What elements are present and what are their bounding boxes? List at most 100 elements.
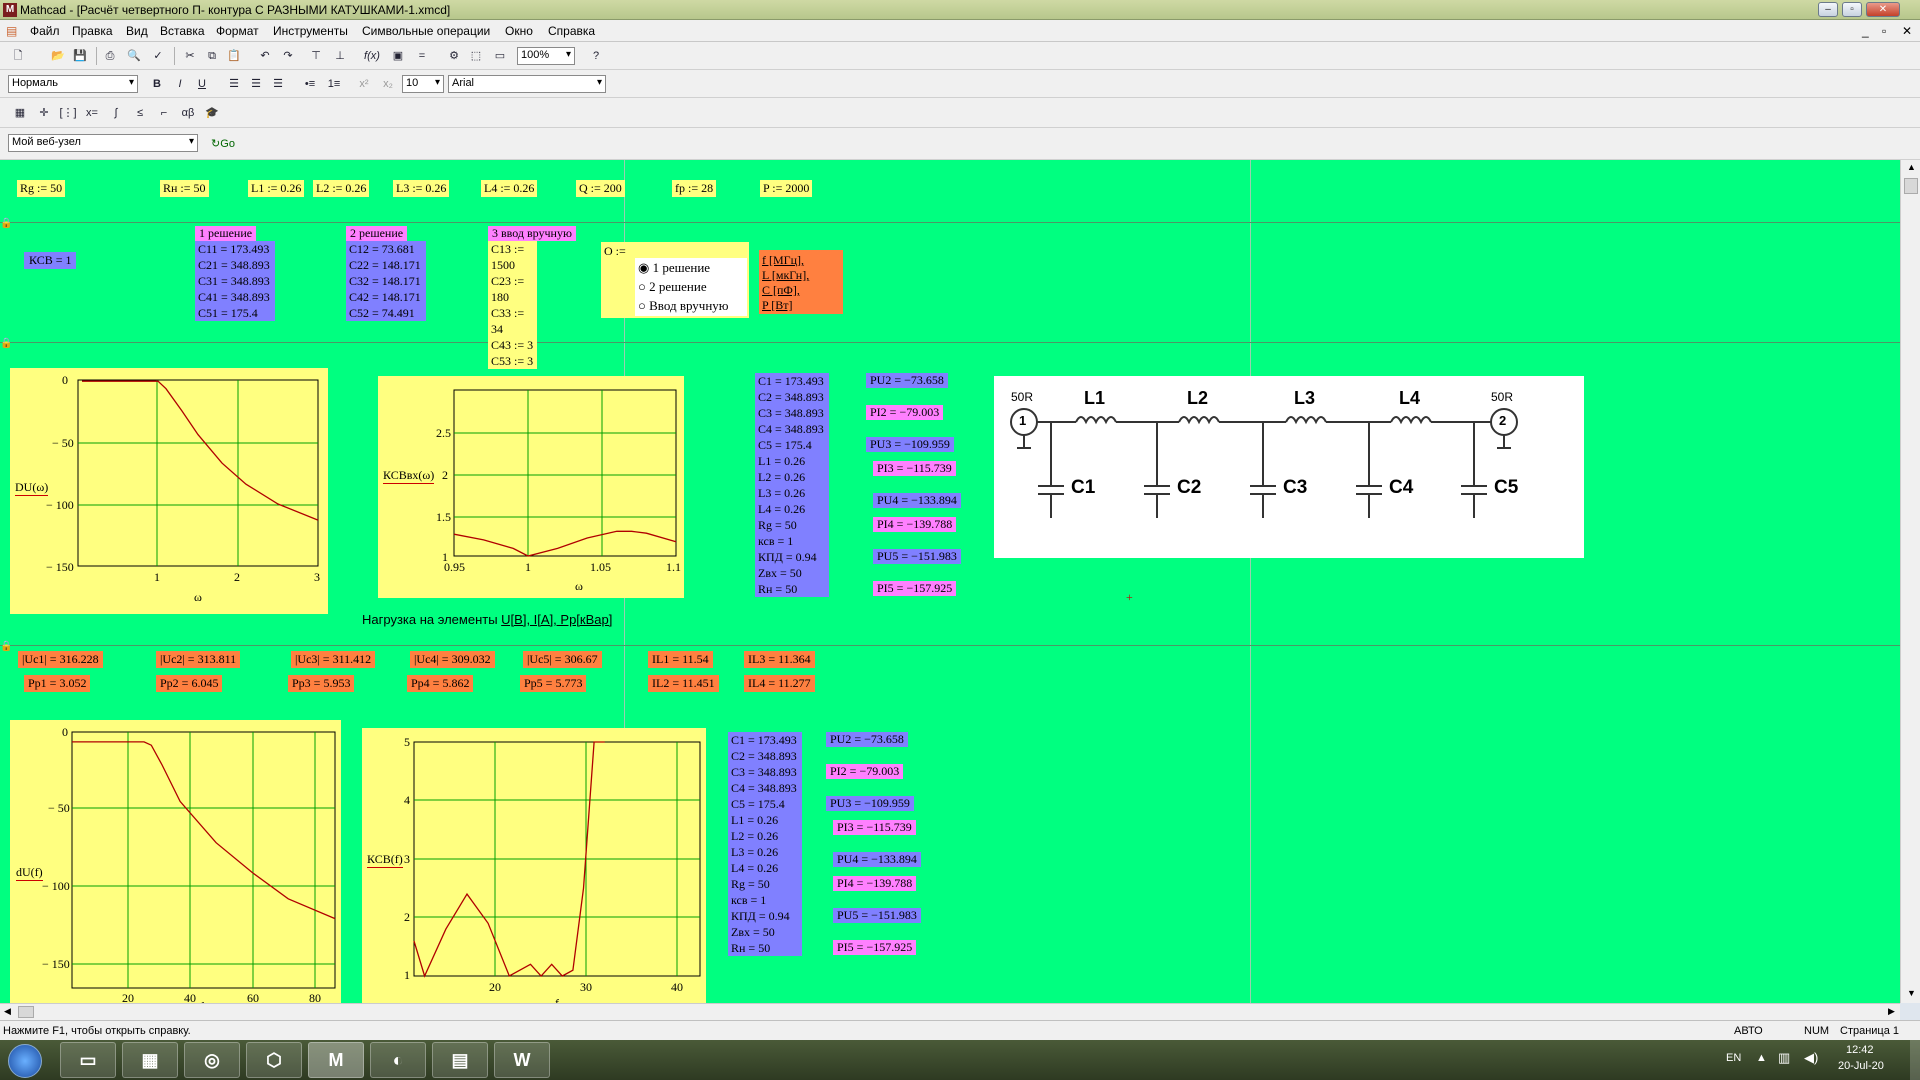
browser-icon[interactable]: ⬡ — [246, 1042, 302, 1078]
zoom-select[interactable]: 100% — [517, 47, 575, 65]
mathcad-icon[interactable]: M — [308, 1042, 364, 1078]
superscript-icon[interactable]: x² — [354, 74, 374, 94]
doc-icon[interactable]: ▤ — [6, 24, 17, 38]
bold-button[interactable]: B — [147, 74, 167, 94]
horizontal-scrollbar[interactable]: ◀ ▶ — [0, 1003, 1900, 1020]
param-rn[interactable]: Rн := 50 — [160, 180, 209, 197]
undo-icon[interactable]: ↶ — [255, 46, 275, 66]
plot-du-omega[interactable]: 0 − 50 − 100 − 150 1 2 3 DU(ω) ω — [10, 368, 328, 614]
align-left-icon[interactable]: ☰ — [224, 74, 244, 94]
window-icon[interactable]: ▭ — [490, 46, 510, 66]
param-l4[interactable]: L4 := 0.26 — [481, 180, 538, 197]
menu-edit[interactable]: Правка — [72, 24, 113, 38]
doc-restore-button[interactable]: ▫ — [1882, 24, 1886, 38]
close-button[interactable]: ✕ — [1866, 2, 1900, 17]
lock-icon[interactable]: 🔒 — [0, 641, 12, 652]
insert-unit-icon[interactable]: ▣ — [388, 46, 408, 66]
solution3-line[interactable]: C43 := 3 — [491, 337, 534, 353]
align-down-icon[interactable]: ⊥ — [330, 46, 350, 66]
greek-icon[interactable]: αβ — [178, 103, 198, 123]
bullets-icon[interactable]: •≡ — [300, 74, 320, 94]
menu-format[interactable]: Формат — [216, 24, 259, 38]
menu-help[interactable]: Справка — [548, 24, 595, 38]
calculate-icon[interactable]: = — [412, 46, 432, 66]
font-size-select[interactable]: 10 — [402, 75, 444, 93]
programming-icon[interactable]: ⌐ — [154, 103, 174, 123]
menu-view[interactable]: Вид — [126, 24, 148, 38]
save-icon[interactable]: 💾 — [70, 46, 90, 66]
numbering-icon[interactable]: 1≡ — [324, 74, 344, 94]
print-icon[interactable]: ⎙ — [100, 46, 120, 66]
network-icon[interactable]: ▥ — [1778, 1050, 1790, 1066]
scroll-thumb[interactable] — [1904, 178, 1918, 194]
param-l1[interactable]: L1 := 0.26 — [248, 180, 305, 197]
resource-icon[interactable]: ⬚ — [466, 46, 486, 66]
boolean-icon[interactable]: ≤ — [130, 103, 150, 123]
subscript-icon[interactable]: x₂ — [378, 74, 398, 94]
minimize-button[interactable]: – — [1818, 2, 1838, 17]
align-right-icon[interactable]: ☰ — [268, 74, 288, 94]
function-icon[interactable]: f(x) — [362, 46, 382, 66]
option-3-radio[interactable]: ○ Ввод вручную — [638, 296, 747, 315]
option-2-radio[interactable]: ○ 2 решение — [638, 277, 747, 296]
component-icon[interactable]: ⚙ — [444, 46, 464, 66]
calculator-icon[interactable]: ▦ — [10, 103, 30, 123]
chrome-icon[interactable]: ◎ — [184, 1042, 240, 1078]
align-top-icon[interactable]: ⊤ — [306, 46, 326, 66]
cut-icon[interactable]: ✂ — [180, 46, 200, 66]
volume-icon[interactable]: ◀) — [1804, 1050, 1818, 1066]
app-icon[interactable]: ◐ — [370, 1042, 426, 1078]
param-rg[interactable]: Rg := 50 — [17, 180, 66, 197]
param-fp[interactable]: fp := 28 — [672, 180, 717, 197]
lock-icon[interactable]: 🔒 — [0, 218, 12, 229]
param-l2[interactable]: L2 := 0.26 — [313, 180, 370, 197]
menu-tools[interactable]: Инструменты — [273, 24, 348, 38]
solution3-line[interactable]: C13 := 1500 — [491, 241, 534, 273]
tray-arrow-icon[interactable]: ▲ — [1756, 1052, 1767, 1064]
evaluation-icon[interactable]: x= — [82, 103, 102, 123]
underline-button[interactable]: U — [192, 74, 212, 94]
align-center-icon[interactable]: ☰ — [246, 74, 266, 94]
open-icon[interactable]: 📂 — [48, 46, 68, 66]
app-icon[interactable]: ▦ — [122, 1042, 178, 1078]
redo-icon[interactable]: ↷ — [278, 46, 298, 66]
solution3-line[interactable]: C33 := 34 — [491, 305, 534, 337]
menu-insert[interactable]: Вставка — [160, 24, 205, 38]
language-indicator[interactable]: EN — [1726, 1052, 1741, 1064]
param-p[interactable]: P := 2000 — [760, 180, 813, 197]
solution3-line[interactable]: C53 := 3 — [491, 353, 534, 369]
doc-close-button[interactable]: ✕ — [1902, 24, 1912, 38]
clock-date[interactable]: 20-Jul-20 — [1838, 1060, 1884, 1072]
hscroll-thumb[interactable] — [18, 1006, 34, 1018]
scroll-right-icon[interactable]: ▶ — [1888, 1006, 1895, 1017]
menu-window[interactable]: Окно — [505, 24, 533, 38]
scroll-down-icon[interactable]: ▼ — [1907, 988, 1916, 998]
plot-ksv-omega[interactable]: 2.5 2 1.5 1 0.95 1 1.05 1.1 КСВвх(ω) ω — [378, 376, 684, 598]
word-icon[interactable]: W — [494, 1042, 550, 1078]
calculus-icon[interactable]: ∫ — [106, 103, 126, 123]
go-button[interactable]: ↻Go — [206, 134, 240, 154]
start-button[interactable] — [8, 1044, 42, 1078]
ksv-value[interactable]: КСВ = 1 — [24, 252, 77, 269]
doc-minimize-button[interactable]: _ — [1862, 24, 1869, 38]
plot-ksv-f[interactable]: 5 4 3 2 1 20 30 40 КСВ(f) f — [362, 728, 706, 1003]
spellcheck-icon[interactable]: ✓ — [148, 46, 168, 66]
plot-du-f[interactable]: 0 − 50 − 100 − 150 20 40 60 80 dU(f) f — [10, 720, 341, 1003]
clock-time[interactable]: 12:42 — [1846, 1044, 1874, 1056]
vertical-scrollbar[interactable]: ▲ ▼ — [1900, 160, 1920, 1003]
graph-icon[interactable]: ✛ — [34, 103, 54, 123]
copy-icon[interactable]: ⧉ — [202, 46, 222, 66]
symbolic-icon[interactable]: 🎓 — [202, 103, 222, 123]
scroll-up-icon[interactable]: ▲ — [1907, 162, 1916, 172]
window-app-icon[interactable]: ▤ — [432, 1042, 488, 1078]
matrix-icon[interactable]: [⋮] — [58, 103, 78, 123]
scroll-left-icon[interactable]: ◀ — [4, 1006, 11, 1017]
param-q[interactable]: Q := 200 — [576, 180, 625, 197]
web-select[interactable]: Мой веб-узел — [8, 134, 198, 152]
show-desktop-button[interactable] — [1910, 1040, 1920, 1080]
style-select[interactable]: Нормаль — [8, 75, 138, 93]
preview-icon[interactable]: 🔍 — [124, 46, 144, 66]
explorer-icon[interactable]: ▭ — [60, 1042, 116, 1078]
maximize-button[interactable]: ▫ — [1842, 2, 1862, 17]
menu-file[interactable]: Файл — [30, 24, 60, 38]
